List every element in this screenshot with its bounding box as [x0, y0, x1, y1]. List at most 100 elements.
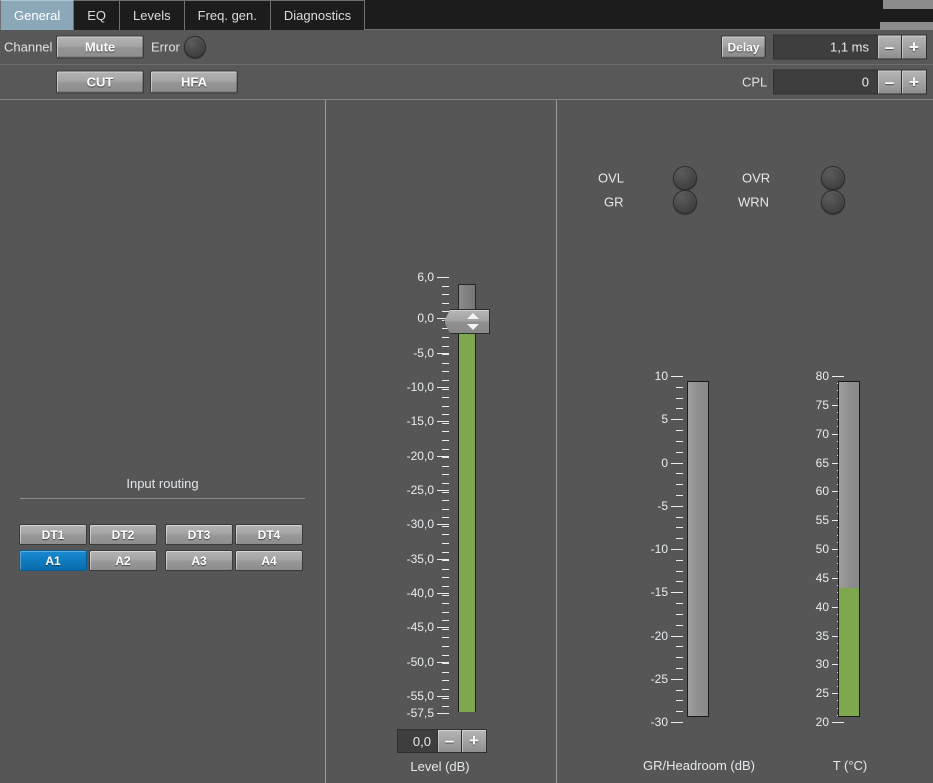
tab-eq-label: EQ [87, 8, 107, 23]
routing-button-dt2[interactable]: DT2 [89, 524, 157, 545]
scale-tick-label: 80 [815, 369, 829, 383]
scale-major-tick [671, 505, 683, 507]
scale-tick-label: 40 [815, 599, 829, 614]
ovl-led-icon [673, 166, 697, 190]
tab-levels[interactable]: Levels [120, 0, 185, 30]
scale-major-tick [671, 549, 683, 550]
scale-major-tick [437, 524, 449, 526]
mute-button[interactable]: Mute [56, 35, 144, 59]
tab-general[interactable]: General [0, 0, 75, 30]
routing-button-a4[interactable]: A4 [235, 550, 303, 571]
cut-button[interactable]: CUT [56, 70, 144, 94]
scale-tick-label: 0 [661, 455, 668, 470]
channel-toolbar-row2: CUT HFA CPL 0 – + [0, 65, 933, 100]
channel-label: Channel [4, 39, 53, 55]
level-spinbox[interactable]: 0,0 – + [397, 729, 487, 753]
indicator-label-wrn: WRN [738, 194, 770, 210]
level-fader-track-top[interactable] [458, 284, 476, 312]
level-fader-handle[interactable] [444, 309, 490, 334]
scale-minor-tick [676, 689, 683, 691]
scale-minor-tick [676, 559, 683, 561]
panel-divider-right [556, 100, 557, 783]
tab-freq-gen[interactable]: Freq. gen. [184, 0, 271, 30]
scrollbar-horizontal-top[interactable] [883, 0, 933, 9]
scale-major-tick [671, 722, 683, 723]
scale-minor-tick [676, 646, 683, 648]
scale-tick-label: 25 [815, 686, 829, 701]
tab-eq[interactable]: EQ [74, 0, 121, 30]
scale-tick-label: -10,0 [406, 379, 434, 394]
scale-major-tick [832, 376, 844, 377]
cpl-increment-button[interactable]: + [902, 70, 926, 94]
routing-button-dt4[interactable]: DT4 [235, 524, 303, 545]
routing-button-a2[interactable]: A2 [89, 550, 157, 571]
scale-minor-tick [442, 285, 449, 287]
level-increment-button[interactable]: + [462, 730, 486, 752]
scale-minor-tick [676, 473, 683, 475]
scale-minor-tick [442, 294, 449, 296]
scale-minor-tick [442, 371, 449, 373]
scale-tick-label: -15,0 [406, 414, 434, 429]
indicator-label-ovr: OVR [742, 170, 771, 186]
scale-minor-tick [442, 397, 449, 399]
scale-tick-label: -10 [650, 542, 668, 556]
gr-headroom-meter-background [688, 382, 708, 716]
level-fader-fill [458, 322, 476, 712]
scale-minor-tick [442, 688, 449, 690]
scale-minor-tick [442, 560, 449, 562]
level-value[interactable]: 0,0 [398, 730, 438, 752]
scale-major-tick [437, 627, 449, 629]
level-fader-scale: 6,0 0,0 -5,0 -10,0 -15,0 -20,0 -25,0 -30,0 -35,0… [402, 270, 450, 720]
scale-minor-tick [442, 500, 449, 502]
tab-diagnostics[interactable]: Diagnostics [270, 0, 366, 30]
scale-tick-label: -5 [657, 498, 668, 513]
delay-value[interactable]: 1,1 ms [774, 35, 878, 59]
routing-button-a1[interactable]: A1 [19, 550, 87, 571]
scale-tick-label: 20 [815, 715, 829, 729]
scale-minor-tick [442, 603, 449, 605]
scale-tick-label: 5 [661, 412, 668, 427]
gr-led-icon [673, 190, 697, 214]
triangle-up-icon [467, 313, 479, 319]
scale-major-tick [437, 558, 449, 560]
tab-general-label: General [14, 8, 61, 23]
scrollbar-thumb[interactable] [880, 22, 933, 30]
cpl-spinbox[interactable]: 0 – + [773, 69, 927, 95]
scale-tick-label: 60 [815, 484, 829, 499]
routing-button-dt1[interactable]: DT1 [19, 524, 87, 545]
scale-minor-tick [442, 671, 449, 673]
scale-minor-tick [442, 611, 449, 613]
scale-minor-tick [676, 570, 683, 572]
scale-minor-tick [676, 527, 683, 529]
level-caption: Level (dB) [410, 759, 470, 774]
scale-minor-tick [442, 388, 449, 390]
scale-tick-label: -25,0 [406, 482, 434, 497]
gr-headroom-meter [687, 381, 709, 717]
scale-minor-tick [676, 657, 683, 659]
scale-minor-tick [442, 354, 449, 356]
scale-minor-tick [442, 422, 449, 424]
scale-minor-tick [676, 700, 683, 702]
scale-tick-label: 30 [815, 657, 829, 672]
scale-major-tick [671, 419, 683, 421]
scale-major-tick [671, 592, 683, 594]
delay-button[interactable]: Delay [721, 35, 766, 59]
scale-tick-label: 45 [815, 570, 829, 585]
delay-increment-button[interactable]: + [902, 35, 926, 59]
scale-minor-tick [442, 379, 449, 381]
scale-tick-label: 10 [654, 369, 668, 383]
scale-minor-tick [442, 585, 449, 587]
level-decrement-button[interactable]: – [438, 730, 462, 752]
scale-minor-tick [442, 465, 449, 467]
scale-minor-tick [676, 408, 683, 410]
delay-spinbox[interactable]: 1,1 ms – + [773, 34, 927, 60]
hfa-button[interactable]: HFA [150, 70, 238, 94]
error-led-icon [184, 36, 206, 58]
cpl-decrement-button[interactable]: – [878, 70, 902, 94]
scale-tick-label: -55,0 [406, 688, 434, 703]
cpl-value[interactable]: 0 [774, 70, 878, 94]
delay-decrement-button[interactable]: – [878, 35, 902, 59]
routing-button-a3[interactable]: A3 [165, 550, 233, 571]
routing-button-dt3[interactable]: DT3 [165, 524, 233, 545]
scale-minor-tick [676, 451, 683, 453]
